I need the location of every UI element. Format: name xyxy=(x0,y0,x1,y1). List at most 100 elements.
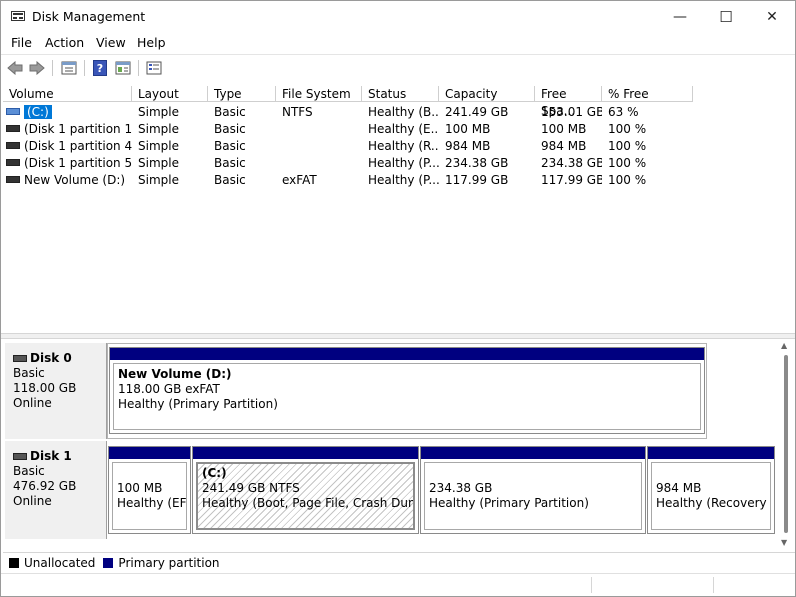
partition-details: 234.38 GB Healthy (Primary Partition) xyxy=(424,462,642,530)
table-row[interactable]: (C:) Simple Basic NTFS Healthy (B... 241… xyxy=(3,104,693,121)
partition-size: 234.38 GB xyxy=(429,481,493,495)
partition-health: Healthy (Primary Partition) xyxy=(118,397,278,411)
toolbar-separator xyxy=(84,60,85,76)
system-volume-icon xyxy=(6,108,20,115)
scroll-up-icon[interactable]: ▲ xyxy=(781,341,787,350)
column-header-type[interactable]: Type xyxy=(208,86,276,102)
partition-recovery[interactable]: 984 MB Healthy (Recovery Pa xyxy=(647,446,775,534)
table-row[interactable]: New Volume (D:) Simple Basic exFAT Healt… xyxy=(3,172,693,189)
unallocated-swatch xyxy=(9,557,19,568)
file-system-cell xyxy=(276,121,362,138)
capacity-cell: 100 MB xyxy=(445,122,491,136)
menu-help[interactable]: Help xyxy=(137,35,166,50)
maximize-button[interactable]: ☐ xyxy=(703,1,749,32)
layout-cell: Simple xyxy=(138,156,179,170)
scroll-down-icon[interactable]: ▼ xyxy=(781,538,787,547)
disk-list-button[interactable] xyxy=(144,59,164,77)
type-cell: Basic xyxy=(214,105,246,119)
svg-text:?: ? xyxy=(97,62,103,75)
status-cell: Healthy (R... xyxy=(368,139,439,153)
column-header-volume[interactable]: Volume xyxy=(3,86,132,102)
column-header-status[interactable]: Status xyxy=(362,86,439,102)
type-cell: Basic xyxy=(214,173,246,187)
volume-cell: (C:) xyxy=(3,104,132,121)
help-button[interactable]: ? xyxy=(91,59,109,77)
disk-0-partition-area: New Volume (D:) 118.00 GB exFAT Healthy … xyxy=(107,343,707,439)
status-cell: Healthy (P... xyxy=(368,156,439,170)
scroll-thumb[interactable] xyxy=(784,355,788,533)
percent-free-cell: 63 % xyxy=(608,105,639,119)
table-row[interactable]: (Disk 1 partition 4) Simple Basic Health… xyxy=(3,138,693,155)
partition-details: 100 MB Healthy (EFI S xyxy=(112,462,187,530)
column-header-free-space[interactable]: Free Spa... xyxy=(535,86,602,118)
column-header-capacity[interactable]: Capacity xyxy=(439,86,535,102)
disk-icon xyxy=(13,453,27,460)
volume-list[interactable]: Volume Layout Type File System Status Ca… xyxy=(3,86,795,332)
disk-icon xyxy=(13,355,27,362)
table-row[interactable]: (Disk 1 partition 5) Simple Basic Health… xyxy=(3,155,693,172)
status-bar xyxy=(1,573,795,596)
disk-status: Online xyxy=(13,396,52,410)
forward-button[interactable] xyxy=(28,59,46,77)
menu-view[interactable]: View xyxy=(96,35,126,50)
partition-new-volume-d[interactable]: New Volume (D:) 118.00 GB exFAT Healthy … xyxy=(109,347,705,434)
toolbar-separator xyxy=(138,60,139,76)
legend: Unallocated Primary partition xyxy=(3,552,795,572)
disk-1-name-row: Disk 1 xyxy=(13,449,106,464)
percent-free-cell: 100 % xyxy=(608,173,647,187)
volume-name: (Disk 1 partition 4) xyxy=(24,139,132,153)
capacity-cell: 241.49 GB xyxy=(445,105,509,119)
maximize-icon: ☐ xyxy=(719,7,733,26)
disk-view-scrollbar[interactable]: ▲ ▼ xyxy=(779,339,793,551)
toolbar: ? xyxy=(1,54,795,81)
column-header-percent-free[interactable]: % Free xyxy=(602,86,693,102)
partition-health: Healthy (EFI S xyxy=(117,496,187,510)
partition-health: Healthy (Boot, Page File, Crash Dump, B xyxy=(202,496,413,510)
volume-icon xyxy=(6,176,20,183)
file-system-cell xyxy=(276,138,362,155)
status-bar-separator xyxy=(591,577,592,593)
menu-file[interactable]: File xyxy=(11,35,32,50)
partition-c[interactable]: (C:) 241.49 GB NTFS Healthy (Boot, Page … xyxy=(192,446,419,534)
capacity-cell: 984 MB xyxy=(445,139,491,153)
legend-primary-partition: Primary partition xyxy=(103,556,220,570)
primary-partition-bar xyxy=(109,447,190,459)
volume-name: (C:) xyxy=(23,104,53,120)
disk-graphical-view: Disk 0 Basic 118.00 GB Online New Volume… xyxy=(3,339,779,551)
primary-partition-bar xyxy=(110,348,704,360)
free-space-cell: 100 MB xyxy=(541,122,587,136)
type-cell: Basic xyxy=(214,156,246,170)
minimize-icon: — xyxy=(673,8,687,25)
partition-efi[interactable]: 100 MB Healthy (EFI S xyxy=(108,446,191,534)
partition-size: 984 MB xyxy=(656,481,702,495)
layout-cell: Simple xyxy=(138,105,179,119)
back-button[interactable] xyxy=(6,59,24,77)
volume-name: (Disk 1 partition 5) xyxy=(24,156,132,170)
console-tree-button[interactable] xyxy=(113,59,133,77)
volume-icon xyxy=(6,125,20,132)
file-system-cell: exFAT xyxy=(282,173,317,187)
properties-button[interactable] xyxy=(59,59,79,77)
partition-disk1-part5[interactable]: 234.38 GB Healthy (Primary Partition) xyxy=(420,446,646,534)
primary-partition-bar xyxy=(648,447,774,459)
type-cell: Basic xyxy=(214,122,246,136)
menu-action[interactable]: Action xyxy=(45,35,84,50)
disk-0-label[interactable]: Disk 0 Basic 118.00 GB Online xyxy=(5,343,107,439)
legend-label: Unallocated xyxy=(24,555,96,570)
volume-name: New Volume (D:) xyxy=(24,173,126,187)
percent-free-cell: 100 % xyxy=(608,139,647,153)
volume-cell: (Disk 1 partition 1) xyxy=(3,121,132,138)
partition-details-selected: (C:) 241.49 GB NTFS Healthy (Boot, Page … xyxy=(196,462,415,530)
column-header-layout[interactable]: Layout xyxy=(132,86,208,102)
disk-1-label[interactable]: Disk 1 Basic 476.92 GB Online xyxy=(5,441,107,539)
partition-size: 241.49 GB NTFS xyxy=(202,481,300,495)
table-row[interactable]: (Disk 1 partition 1) Simple Basic Health… xyxy=(3,121,693,138)
status-cell: Healthy (P... xyxy=(368,173,439,187)
toolbar-separator xyxy=(52,60,53,76)
column-header-file-system[interactable]: File System xyxy=(276,86,362,102)
capacity-cell: 234.38 GB xyxy=(445,156,509,170)
type-cell: Basic xyxy=(214,139,246,153)
minimize-button[interactable]: — xyxy=(657,1,703,32)
close-button[interactable]: ✕ xyxy=(749,1,795,32)
capacity-cell: 117.99 GB xyxy=(445,173,509,187)
